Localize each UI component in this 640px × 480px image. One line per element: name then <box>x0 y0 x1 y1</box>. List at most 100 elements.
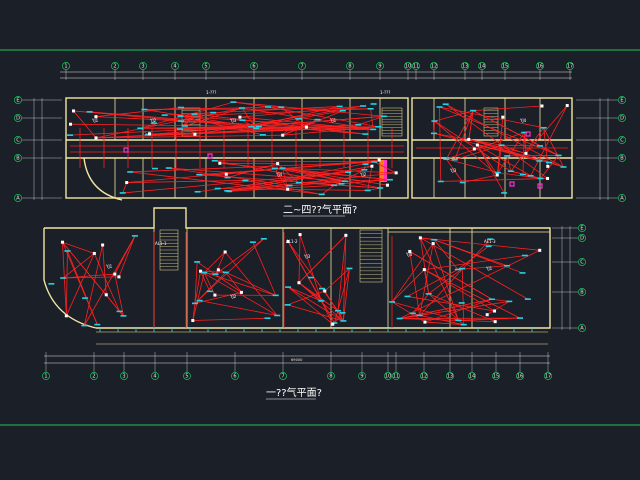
upper-axis-bubble-5: 5 <box>202 62 210 70</box>
lower-right-axis-bubble-D: D <box>578 234 586 242</box>
ceiling-light-icon <box>101 243 105 247</box>
upper-axis-bubble-label: 9 <box>378 64 381 70</box>
fluorescent-fixture-icon <box>346 267 353 270</box>
fluorescent-fixture-icon <box>521 254 528 257</box>
fluorescent-fixture-icon <box>425 293 432 295</box>
left-axis-bubble-label: A <box>16 196 20 202</box>
lower-axis-bubble-3: 3 <box>120 372 128 380</box>
lower-axis-bubble-10: 10 <box>384 372 392 380</box>
drawing-frame <box>0 49 640 426</box>
fluorescent-fixture-icon <box>201 271 208 274</box>
fluorescent-fixture-icon <box>295 118 302 120</box>
room-tag: YJ4 <box>405 252 413 257</box>
fluorescent-fixture-icon <box>165 167 172 169</box>
ceiling-light-icon <box>148 132 152 136</box>
upper-axis-bubbles: 1 2 3 4 5 6 7 8 9 10 11 12 13 14 15 16 17 <box>62 62 574 80</box>
fluorescent-fixture-icon <box>259 134 266 136</box>
ceiling-light-icon <box>540 104 544 108</box>
ceiling-light-icon <box>323 289 327 293</box>
lower-axis-bubble-17: 17 <box>544 372 552 380</box>
lower-axis-bubble-12: 12 <box>420 372 428 380</box>
left-axis-bubbles: E D C B A <box>14 96 62 202</box>
lower-panel-label-1: AL1-1 <box>155 241 167 246</box>
fluorescent-fixture-icon <box>443 158 450 160</box>
fluorescent-fixture-icon <box>442 103 449 105</box>
left-axis-bubble-B: B <box>14 154 22 162</box>
fluorescent-fixture-icon <box>455 319 462 322</box>
fluorescent-fixture-icon <box>338 183 345 185</box>
fluorescent-fixture-icon <box>340 320 347 322</box>
upper-axis-bubble-9: 9 <box>376 62 384 70</box>
upper-axis-bubble-label: 6 <box>252 64 255 70</box>
fluorescent-fixture-icon <box>362 133 369 135</box>
fluorescent-fixture-icon <box>555 154 562 157</box>
ceiling-light-icon <box>538 248 542 252</box>
lower-right-axis-bubble-label: E <box>580 226 583 232</box>
ceiling-light-icon <box>344 233 348 237</box>
fluorescent-fixture-icon <box>458 302 465 304</box>
fluorescent-fixture-icon <box>437 180 444 183</box>
fluorescent-fixture-icon <box>524 298 531 300</box>
fluorescent-fixture-icon <box>274 314 281 317</box>
fluorescent-fixture-icon <box>506 300 513 303</box>
lower-axis-bubble-label: 1 <box>44 374 47 380</box>
lower-axis-bubble-label: 6 <box>233 374 236 380</box>
lower-axis-bubble-label: 2 <box>92 374 95 380</box>
upper-axis-bubble-13: 13 <box>461 62 469 70</box>
fluorescent-fixture-icon <box>64 250 71 252</box>
fluorescent-fixture-icon <box>339 312 346 314</box>
fluorescent-fixture-icon <box>519 173 526 176</box>
cad-viewport[interactable]: 1 2 3 4 5 6 7 8 9 10 11 12 13 14 15 16 17 EDCBA EDCBA <box>0 0 640 480</box>
fluorescent-fixture-icon <box>230 101 237 103</box>
fluorescent-fixture-icon <box>295 181 302 184</box>
fluorescent-fixture-icon <box>161 114 168 116</box>
upper-wiring <box>69 101 568 195</box>
ceiling-light-icon <box>546 176 550 180</box>
upper-axis-bubble-label: 10 <box>405 64 411 70</box>
fluorescent-fixture-icon <box>194 261 201 263</box>
ceiling-light-icon <box>370 164 374 168</box>
fluorescent-fixture-icon <box>336 105 343 108</box>
ceiling-light-icon <box>286 187 290 191</box>
fluorescent-fixture-icon <box>431 238 438 241</box>
lower-axis-bubble-6: 6 <box>231 372 239 380</box>
ceiling-light-icon <box>467 137 471 141</box>
fluorescent-fixture-icon <box>308 276 315 279</box>
fluorescent-fixture-icon <box>360 105 367 107</box>
ceiling-light-icon <box>377 158 381 162</box>
fluorescent-fixture-icon <box>196 299 203 302</box>
fluorescent-fixture-icon <box>191 113 198 115</box>
fluorescent-fixture-icon <box>377 187 384 189</box>
fluorescent-fixture-icon <box>375 125 382 128</box>
ceiling-light-icon <box>64 314 68 318</box>
right-axis-bubble-C: C <box>618 136 626 144</box>
lower-axis-bubble-4: 4 <box>151 372 159 380</box>
upper-axis-bubble-label: 14 <box>479 64 485 70</box>
lower-axis-bubble-label: 17 <box>545 374 551 380</box>
lower-axis-bubble-label: 15 <box>493 374 499 380</box>
ceiling-light-icon <box>218 161 222 165</box>
fluorescent-fixture-icon <box>396 317 403 320</box>
fluorescent-fixture-icon <box>255 125 262 128</box>
ceiling-light-icon <box>224 172 228 176</box>
room-tag: YJ3 <box>449 168 457 173</box>
lower-axis-bubble-label: 11 <box>393 374 399 380</box>
upper-axis-bubble-17: 17 <box>566 62 574 70</box>
fluorescent-fixture-icon <box>431 120 438 122</box>
left-axis-bubble-C: C <box>14 136 22 144</box>
fluorescent-fixture-icon <box>527 174 534 177</box>
ceiling-light-icon <box>239 290 243 294</box>
lower-axis-bubble-label: 10 <box>385 374 391 380</box>
ceiling-light-icon <box>72 109 76 113</box>
lower-axis-bubble-8: 8 <box>327 372 335 380</box>
upper-axis-bubble-label: 1 <box>64 64 67 70</box>
fluorescent-fixture-icon <box>536 160 543 162</box>
fluorescent-fixture-icon <box>485 245 492 247</box>
lower-axis-bubble-9: 9 <box>358 372 366 380</box>
fluorescent-fixture-icon <box>178 120 185 122</box>
riser-marker-icon <box>123 147 129 153</box>
fluorescent-fixture-icon <box>284 304 291 306</box>
fluorescent-fixture-icon <box>364 189 371 192</box>
fluorescent-fixture-icon <box>430 132 437 135</box>
fluorescent-fixture-icon <box>248 125 255 128</box>
